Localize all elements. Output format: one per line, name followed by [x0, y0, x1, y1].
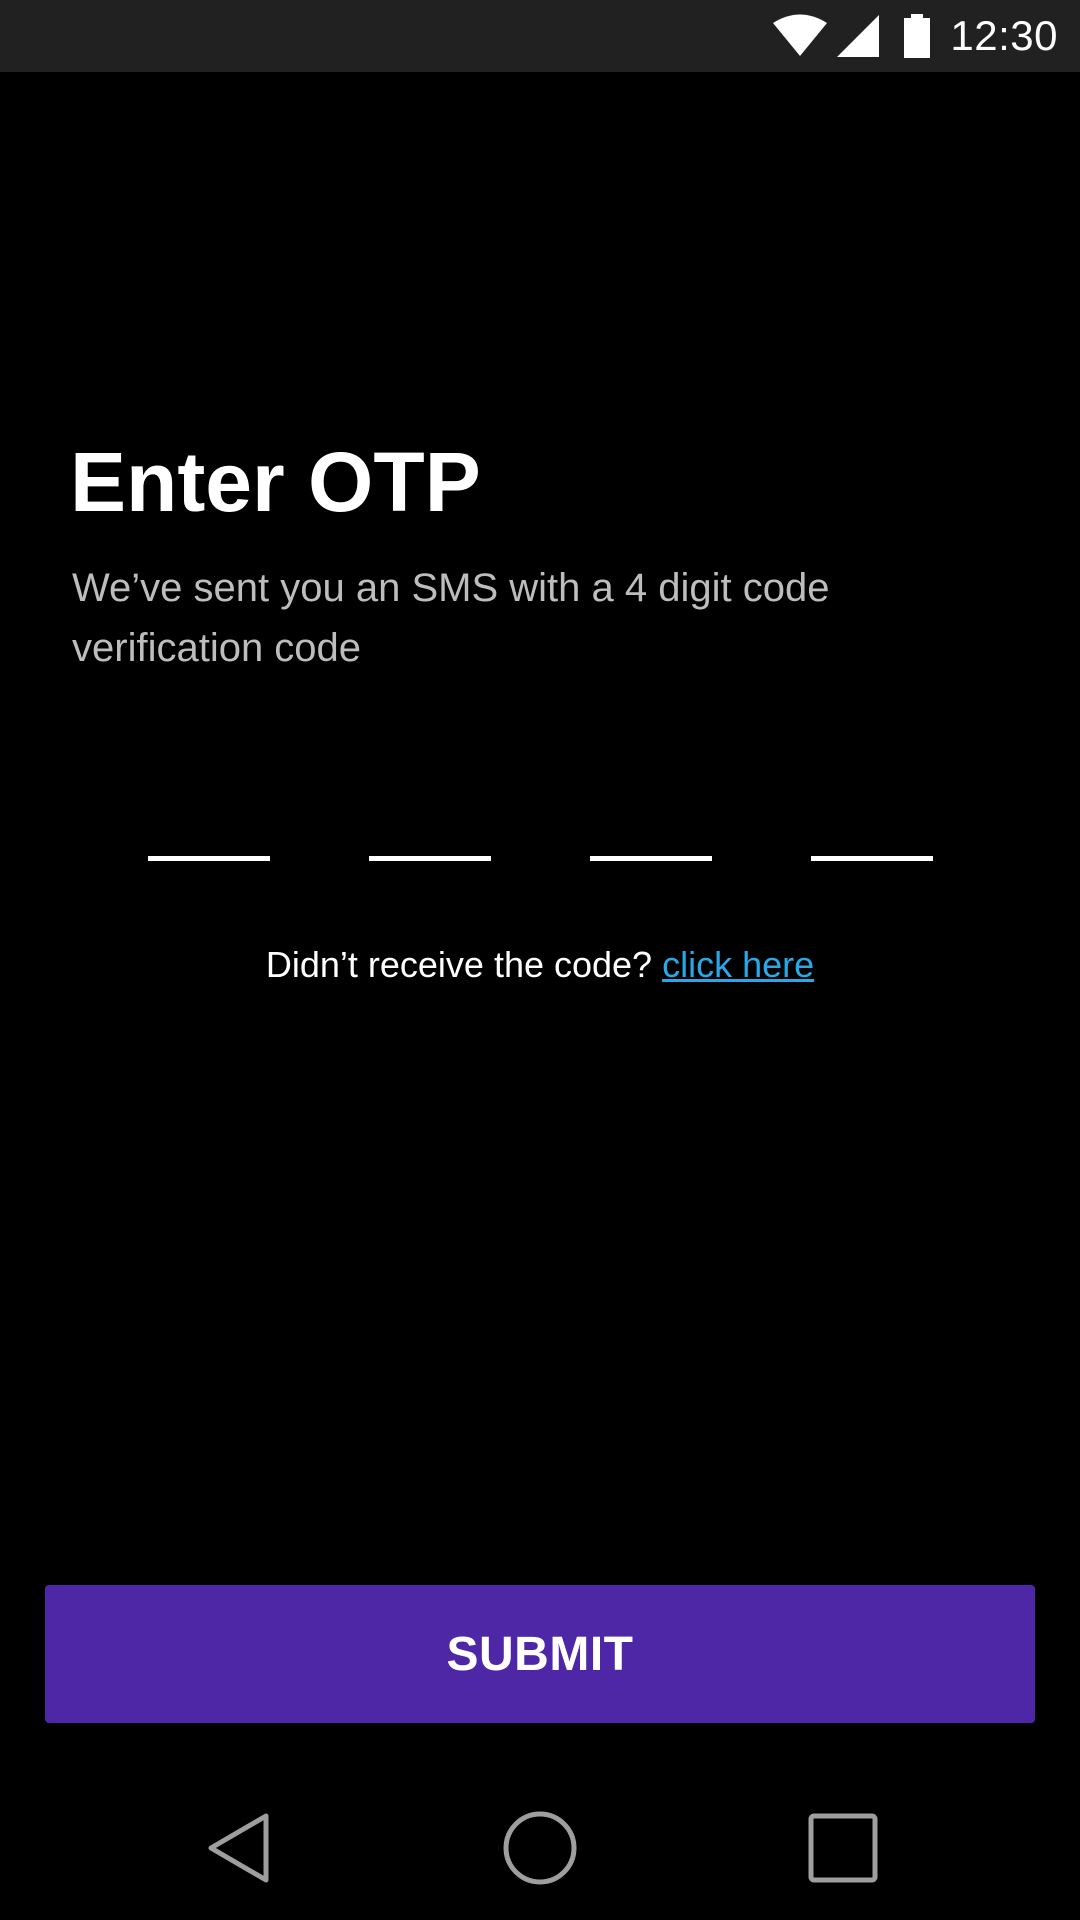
- resend-link[interactable]: click here: [662, 944, 814, 985]
- otp-digit-1-field[interactable]: [148, 780, 270, 861]
- otp-instructions: We’ve sent you an SMS with a 4 digit cod…: [72, 566, 830, 670]
- cell-signal-icon: [837, 15, 880, 57]
- status-icons: 12:30: [772, 0, 1058, 72]
- otp-screen: 12:30 Enter OTP We’ve sent you an SMS wi…: [0, 0, 1080, 1920]
- otp-digit-4-field[interactable]: [811, 780, 933, 861]
- resend-prompt: Didn’t receive the code?: [265, 944, 653, 985]
- back-icon[interactable]: [191, 1800, 287, 1896]
- submit-button[interactable]: SUBMIT: [45, 1585, 1035, 1723]
- otp-digit-2-field[interactable]: [369, 780, 491, 861]
- status-time: 12:30: [950, 12, 1058, 59]
- wifi-icon: [773, 14, 828, 56]
- submit-button-label: SUBMIT: [446, 1627, 634, 1681]
- navigation-bar: [0, 1776, 1080, 1920]
- home-icon[interactable]: [492, 1800, 588, 1896]
- page-title: Enter OTP: [70, 435, 481, 529]
- otp-digit-3-field[interactable]: [590, 780, 712, 861]
- status-bar: 12:30: [0, 0, 1080, 72]
- battery-icon: [904, 14, 931, 58]
- otp-input-group: [0, 780, 1080, 861]
- recents-icon[interactable]: [795, 1800, 891, 1896]
- resend-row: Didn’t receive the code? click here: [0, 940, 1080, 990]
